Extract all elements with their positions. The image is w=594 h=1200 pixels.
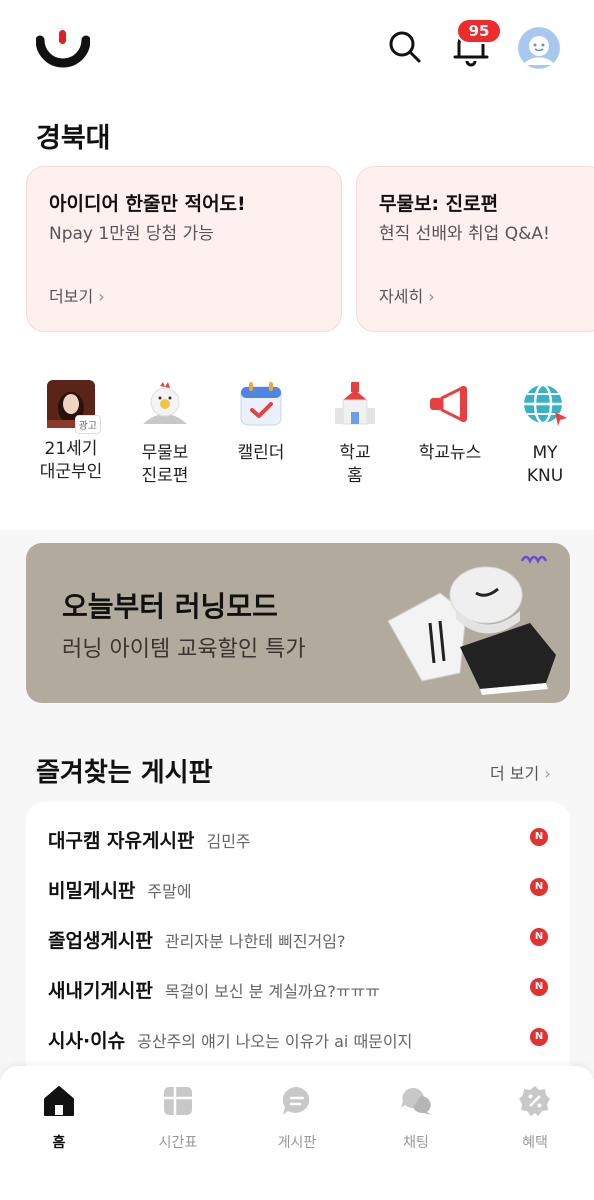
board-name: 졸업생게시판 bbox=[48, 930, 153, 952]
favorites-more-link[interactable]: 더 보기 › bbox=[490, 760, 551, 784]
board-row[interactable]: 대구캠 자유게시판 김민주 N bbox=[48, 826, 548, 866]
banner-subtitle: 러닝 아이템 교육할인 특가 bbox=[62, 637, 306, 662]
shortcut-label: 학교뉴스 bbox=[418, 443, 482, 463]
tab-label: 채팅 bbox=[403, 1135, 429, 1151]
school-icon bbox=[335, 382, 375, 425]
promo-card-career[interactable]: 무물보: 진로편 현직 선배와 취업 Q&A! 자세히 › bbox=[356, 166, 594, 332]
board-name: 대구캠 자유게시판 bbox=[48, 830, 195, 852]
board-row[interactable]: 졸업생게시판 관리자분 나한테 삐진거임? N bbox=[48, 926, 548, 966]
shoes-cap-image bbox=[387, 555, 556, 695]
chicken-icon bbox=[143, 382, 187, 424]
notification-badge: 95 bbox=[456, 18, 502, 44]
promo-link-label: 자세히 bbox=[379, 287, 424, 306]
shortcut-label: 캘린더 bbox=[237, 443, 285, 463]
app-logo[interactable] bbox=[36, 26, 90, 70]
chevron-right-icon: › bbox=[428, 287, 435, 306]
shortcut-school-home[interactable]: 학교 홈 bbox=[310, 378, 400, 488]
board-latest-post: 주말에 bbox=[147, 882, 192, 901]
search-icon[interactable] bbox=[386, 28, 424, 66]
new-badge-icon: N bbox=[530, 878, 548, 896]
board-latest-post: 목걸이 보신 분 계실까요?ㅠㅠㅠ bbox=[164, 982, 381, 1001]
chevron-right-icon: › bbox=[544, 764, 551, 783]
tab-label: 혜택 bbox=[522, 1135, 548, 1151]
ad-tag: 광고 bbox=[74, 415, 101, 434]
shortcut-label: 무물보 진로편 bbox=[141, 443, 189, 486]
running-banner[interactable]: 오늘부터 러닝모드 러닝 아이템 교육할인 특가 bbox=[26, 543, 570, 703]
favorites-title: 즐겨찾는 게시판 bbox=[36, 758, 213, 788]
tab-chat[interactable]: 채팅 bbox=[366, 1084, 466, 1152]
favorites-more-label: 더 보기 bbox=[490, 764, 540, 783]
promo-more-link[interactable]: 자세히 › bbox=[379, 283, 435, 307]
new-badge-icon: N bbox=[530, 928, 548, 946]
promo-card-idea[interactable]: 아이디어 한줄만 적어도! Npay 1만원 당첨 가능 더보기 › bbox=[26, 166, 342, 332]
benefit-icon bbox=[519, 1086, 550, 1116]
board-latest-post: 김민주 bbox=[206, 832, 251, 851]
tab-home[interactable]: 홈 bbox=[9, 1084, 109, 1152]
new-badge-icon: N bbox=[530, 828, 548, 846]
shortcut-calendar[interactable]: 캘린더 bbox=[216, 378, 306, 465]
timetable-icon bbox=[164, 1087, 192, 1115]
shortcut-label: 학교 홈 bbox=[339, 443, 371, 486]
tab-label: 시간표 bbox=[158, 1135, 198, 1151]
shortcut-drama-ad[interactable]: 광고 21세기 대군부인 bbox=[26, 378, 116, 484]
board-latest-post: 공산주의 얘기 나오는 이유가 ai 때문이지 bbox=[137, 1032, 413, 1051]
shortcut-label: 21세기 대군부인 bbox=[39, 439, 103, 482]
megaphone-icon bbox=[430, 385, 467, 423]
board-icon bbox=[282, 1086, 310, 1115]
board-name: 비밀게시판 bbox=[48, 880, 136, 902]
shortcut-my-knu[interactable]: MY KNU bbox=[500, 378, 590, 488]
shortcut-label: MY KNU bbox=[526, 443, 564, 486]
board-name: 새내기게시판 bbox=[48, 980, 153, 1002]
shortcut-career-qa[interactable]: 무물보 진로편 bbox=[120, 378, 210, 488]
board-latest-post: 관리자분 나한테 삐진거임? bbox=[164, 932, 346, 951]
globe-icon bbox=[524, 383, 567, 426]
board-row[interactable]: 비밀게시판 주말에 N bbox=[48, 876, 548, 916]
avatar[interactable] bbox=[518, 27, 560, 69]
tab-label: 게시판 bbox=[277, 1135, 317, 1151]
calendar-icon bbox=[240, 382, 282, 426]
shortcut-school-news[interactable]: 학교뉴스 bbox=[405, 378, 495, 465]
new-badge-icon: N bbox=[530, 1028, 548, 1046]
banner-title: 오늘부터 러닝모드 bbox=[62, 590, 278, 623]
favorites-card: 대구캠 자유게시판 김민주 N 비밀게시판 주말에 N 졸업생게시판 관리자분 나한테… bbox=[26, 802, 570, 1102]
drama-poster-icon: 광고 bbox=[45, 378, 101, 434]
promo-subtitle: Npay 1만원 당첨 가능 bbox=[49, 224, 214, 244]
school-name: 경북대 bbox=[36, 123, 111, 154]
chat-icon bbox=[401, 1087, 431, 1115]
tab-label: 홈 bbox=[52, 1135, 66, 1151]
board-row[interactable]: 시사·이슈 공산주의 얘기 나오는 이유가 ai 때문이지 N bbox=[48, 1026, 548, 1066]
chevron-right-icon: › bbox=[98, 287, 105, 306]
promo-subtitle: 현직 선배와 취업 Q&A! bbox=[379, 224, 550, 244]
promo-more-link[interactable]: 더보기 › bbox=[49, 283, 105, 307]
home-icon bbox=[44, 1086, 74, 1116]
promo-title: 무물보: 진로편 bbox=[379, 193, 499, 215]
tab-timetable[interactable]: 시간표 bbox=[128, 1084, 228, 1152]
promo-title: 아이디어 한줄만 적어도! bbox=[49, 193, 246, 215]
tab-benefit[interactable]: 혜택 bbox=[485, 1084, 585, 1152]
new-badge-icon: N bbox=[530, 978, 548, 996]
tab-board[interactable]: 게시판 bbox=[247, 1084, 347, 1152]
board-name: 시사·이슈 bbox=[48, 1030, 126, 1052]
bottom-tab-bar: 홈 시간표 게시판 채팅 혜택 bbox=[0, 1066, 594, 1200]
board-row[interactable]: 새내기게시판 목걸이 보신 분 계실까요?ㅠㅠㅠ N bbox=[48, 976, 548, 1016]
promo-link-label: 더보기 bbox=[49, 287, 94, 306]
